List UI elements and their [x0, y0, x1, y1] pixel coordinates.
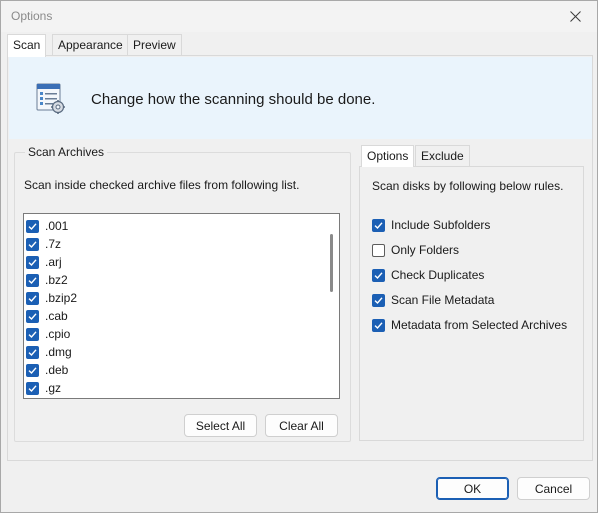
option-label: Metadata from Selected Archives	[391, 318, 568, 332]
option-metadata-from-selected-archives[interactable]: Metadata from Selected Archives	[372, 317, 567, 333]
checkbox-checked[interactable]	[26, 363, 39, 377]
tab-exclude[interactable]: Exclude	[415, 145, 470, 166]
list-item-label: .arj	[45, 255, 62, 269]
list-item[interactable]: .arj	[26, 253, 62, 271]
tab-appearance[interactable]: Appearance	[52, 34, 129, 56]
header-banner: Change how the scanning should be done.	[9, 57, 592, 139]
banner-text: Change how the scanning should be done.	[91, 91, 376, 108]
checkmark-icon	[28, 294, 37, 302]
list-item[interactable]: .001	[26, 217, 68, 235]
checkbox-checked[interactable]	[372, 218, 385, 232]
tab-options[interactable]: Options	[361, 145, 415, 167]
option-label: Scan File Metadata	[391, 293, 495, 307]
option-scan-file-metadata[interactable]: Scan File Metadata	[372, 292, 494, 308]
list-item-label: .001	[45, 219, 69, 233]
tab-scan[interactable]: Scan	[7, 34, 47, 57]
list-item-label: .bzip2	[45, 291, 78, 305]
checkmark-icon	[28, 276, 37, 284]
checkbox-checked[interactable]	[26, 345, 39, 359]
option-only-folders[interactable]: Only Folders	[372, 242, 459, 258]
checkmark-icon	[28, 330, 37, 338]
list-item[interactable]: .cpio	[26, 325, 70, 343]
checkbox-checked[interactable]	[372, 318, 385, 332]
list-item[interactable]: .cab	[26, 307, 68, 325]
checkmark-icon	[28, 366, 37, 374]
list-item[interactable]: .gz	[26, 379, 61, 397]
archives-hint: Scan inside checked archive files from f…	[24, 178, 300, 192]
list-item-label: .bz2	[45, 273, 68, 287]
checkmark-icon	[28, 384, 37, 392]
option-label: Only Folders	[391, 243, 460, 257]
options-dialog: Options Scan Appearance Preview Change h…	[0, 0, 598, 513]
archive-list[interactable]: .001 .7z .arj .bz2 .bzip2 .cab .cpio .dmg .deb .g…	[23, 213, 340, 399]
list-item[interactable]: .bzip2	[26, 289, 77, 307]
settings-list-icon	[36, 83, 65, 114]
list-item-label: .cpio	[45, 327, 71, 341]
checkbox-checked[interactable]	[372, 268, 385, 282]
checkbox-checked[interactable]	[26, 255, 39, 269]
select-all-button[interactable]: Select All	[184, 414, 257, 437]
checkmark-icon	[374, 271, 383, 279]
checkmark-icon	[28, 312, 37, 320]
checkmark-icon	[28, 222, 37, 230]
cancel-button[interactable]: Cancel	[517, 477, 590, 500]
checkmark-icon	[374, 321, 383, 329]
checkbox-checked[interactable]	[26, 291, 39, 305]
checkbox-checked[interactable]	[26, 327, 39, 341]
list-item[interactable]: .dmg	[26, 343, 72, 361]
close-button[interactable]	[553, 1, 597, 32]
window-title: Options	[11, 9, 53, 23]
option-label: Include Subfolders	[391, 218, 491, 232]
scroll-thumb[interactable]	[330, 234, 333, 292]
group-label: Scan Archives	[25, 145, 108, 159]
clear-all-button[interactable]: Clear All	[265, 414, 338, 437]
tab-preview[interactable]: Preview	[127, 34, 182, 56]
list-item-label: .7z	[45, 237, 62, 251]
checkbox-checked[interactable]	[26, 237, 39, 251]
list-item[interactable]: .bz2	[26, 271, 68, 289]
list-item-label: .deb	[45, 363, 69, 377]
option-include-subfolders[interactable]: Include Subfolders	[372, 217, 490, 233]
checkmark-icon	[28, 240, 37, 248]
checkbox-checked[interactable]	[372, 293, 385, 307]
checkmark-icon	[374, 221, 383, 229]
title-bar: Options	[1, 1, 597, 32]
checkbox-checked[interactable]	[26, 273, 39, 287]
option-label: Check Duplicates	[391, 268, 485, 282]
list-item[interactable]: .deb	[26, 361, 68, 379]
checkbox-unchecked[interactable]	[372, 243, 385, 257]
close-icon	[569, 11, 581, 22]
checkbox-checked[interactable]	[26, 309, 39, 323]
list-item[interactable]: .7z	[26, 235, 61, 253]
options-description: Scan disks by following below rules.	[372, 179, 564, 193]
list-item-label: .gz	[45, 381, 62, 395]
list-item-label: .dmg	[45, 345, 72, 359]
list-item-label: .cab	[45, 309, 68, 323]
checkbox-checked[interactable]	[26, 381, 39, 395]
checkmark-icon	[28, 348, 37, 356]
checkmark-icon	[374, 296, 383, 304]
ok-button[interactable]: OK	[436, 477, 509, 500]
checkbox-checked[interactable]	[26, 219, 39, 233]
checkmark-icon	[28, 258, 37, 266]
option-check-duplicates[interactable]: Check Duplicates	[372, 267, 484, 283]
list-scrollbar[interactable]	[324, 214, 339, 396]
options-panel: Scan disks by following below rules. Inc…	[359, 166, 584, 441]
